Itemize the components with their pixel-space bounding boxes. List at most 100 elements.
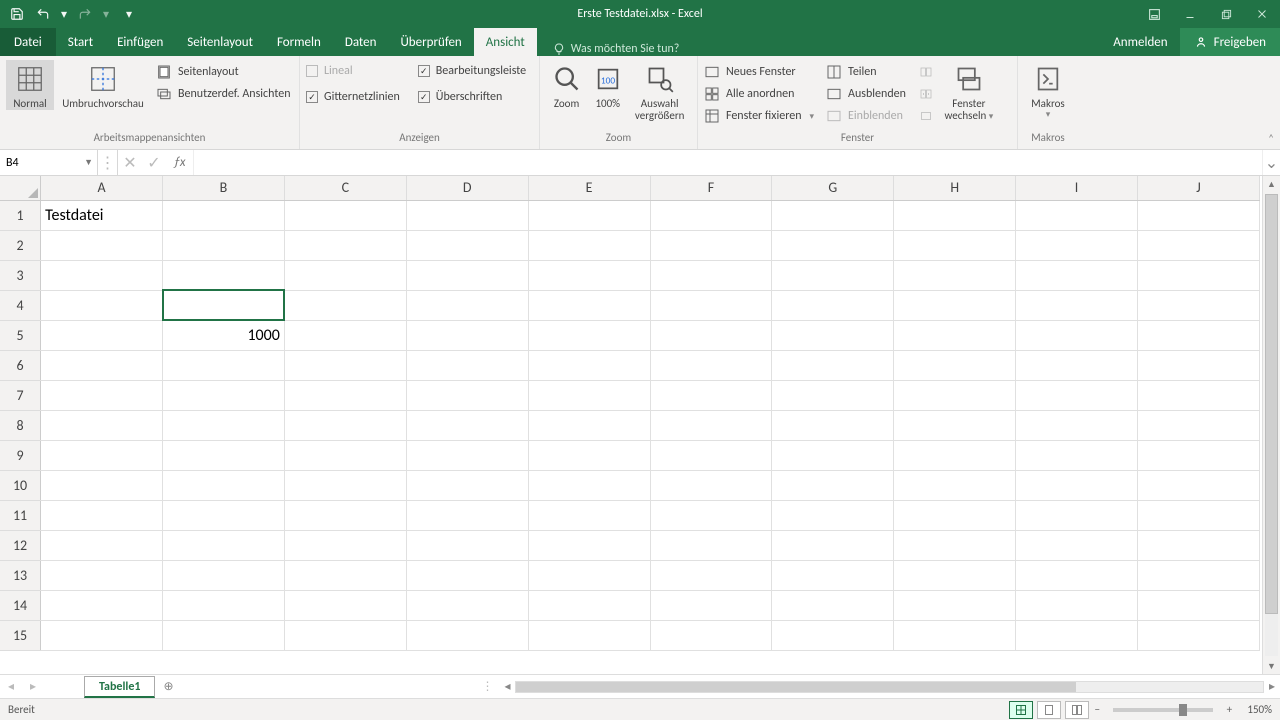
cell-A5[interactable] xyxy=(41,320,163,350)
cell-E9[interactable] xyxy=(528,440,650,470)
zoom-out-button[interactable]: − xyxy=(1089,703,1105,716)
row-header[interactable]: 8 xyxy=(0,410,41,440)
cell-C14[interactable] xyxy=(284,590,406,620)
zoom-level[interactable]: 150% xyxy=(1247,703,1272,716)
cell-I8[interactable] xyxy=(1016,410,1138,440)
cell-J2[interactable] xyxy=(1138,230,1260,260)
tab-formulas[interactable]: Formeln xyxy=(265,28,333,56)
cell-F1[interactable] xyxy=(650,200,772,230)
cell-G9[interactable] xyxy=(772,440,894,470)
cell-A3[interactable] xyxy=(41,260,163,290)
zoom-100-button[interactable]: 100 100% xyxy=(587,60,628,110)
column-header[interactable]: I xyxy=(1016,176,1138,200)
zoom-slider[interactable] xyxy=(1113,708,1213,712)
cell-A2[interactable] xyxy=(41,230,163,260)
cell-B4[interactable] xyxy=(163,290,285,320)
cell-F8[interactable] xyxy=(650,410,772,440)
tab-data[interactable]: Daten xyxy=(333,28,389,56)
cell-J11[interactable] xyxy=(1138,500,1260,530)
zoom-button[interactable]: Zoom xyxy=(546,60,587,110)
cell-A14[interactable] xyxy=(41,590,163,620)
cell-D6[interactable] xyxy=(406,350,528,380)
cell-D12[interactable] xyxy=(406,530,528,560)
cell-F7[interactable] xyxy=(650,380,772,410)
cell-J4[interactable] xyxy=(1138,290,1260,320)
cell-C7[interactable] xyxy=(284,380,406,410)
cell-J5[interactable] xyxy=(1138,320,1260,350)
checkbox-formula-bar[interactable]: ✓Bearbeitungsleiste xyxy=(418,64,526,78)
formula-input[interactable] xyxy=(194,150,1262,175)
cell-I12[interactable] xyxy=(1016,530,1138,560)
cell-I10[interactable] xyxy=(1016,470,1138,500)
cell-F4[interactable] xyxy=(650,290,772,320)
row-header[interactable]: 2 xyxy=(0,230,41,260)
cell-F5[interactable] xyxy=(650,320,772,350)
minimize-icon[interactable] xyxy=(1172,0,1208,28)
scroll-down-icon[interactable]: ▼ xyxy=(1263,658,1280,674)
share-button[interactable]: Freigeben xyxy=(1180,28,1280,56)
cell-C9[interactable] xyxy=(284,440,406,470)
scroll-right-icon[interactable]: ▸ xyxy=(1264,679,1280,694)
cell-D9[interactable] xyxy=(406,440,528,470)
scroll-up-icon[interactable]: ▲ xyxy=(1263,176,1280,192)
cell-F10[interactable] xyxy=(650,470,772,500)
tab-view[interactable]: Ansicht xyxy=(474,28,537,56)
cell-D11[interactable] xyxy=(406,500,528,530)
row-header[interactable]: 12 xyxy=(0,530,41,560)
cell-C3[interactable] xyxy=(284,260,406,290)
view-pagebreak-button[interactable]: Umbruchvorschau xyxy=(54,60,152,110)
cell-F15[interactable] xyxy=(650,620,772,650)
vertical-scrollbar[interactable]: ▲ ▼ xyxy=(1262,176,1280,674)
cell-G11[interactable] xyxy=(772,500,894,530)
zoom-slider-knob[interactable] xyxy=(1179,704,1187,716)
add-sheet-icon[interactable]: ⊕ xyxy=(155,675,181,698)
cell-J9[interactable] xyxy=(1138,440,1260,470)
cell-E7[interactable] xyxy=(528,380,650,410)
cell-G6[interactable] xyxy=(772,350,894,380)
cell-B1[interactable] xyxy=(163,200,285,230)
cell-E8[interactable] xyxy=(528,410,650,440)
cell-D3[interactable] xyxy=(406,260,528,290)
cell-G2[interactable] xyxy=(772,230,894,260)
cell-E12[interactable] xyxy=(528,530,650,560)
cell-H14[interactable] xyxy=(894,590,1016,620)
cell-B2[interactable] xyxy=(163,230,285,260)
cell-B12[interactable] xyxy=(163,530,285,560)
cell-B13[interactable] xyxy=(163,560,285,590)
row-header[interactable]: 13 xyxy=(0,560,41,590)
column-header[interactable]: F xyxy=(650,176,772,200)
cell-B8[interactable] xyxy=(163,410,285,440)
cell-D13[interactable] xyxy=(406,560,528,590)
cell-D1[interactable] xyxy=(406,200,528,230)
cell-C11[interactable] xyxy=(284,500,406,530)
checkbox-gridlines[interactable]: ✓Gitternetzlinien xyxy=(306,90,400,104)
cell-A8[interactable] xyxy=(41,410,163,440)
cell-H2[interactable] xyxy=(894,230,1016,260)
cell-B14[interactable] xyxy=(163,590,285,620)
cell-C13[interactable] xyxy=(284,560,406,590)
cell-H8[interactable] xyxy=(894,410,1016,440)
cell-H7[interactable] xyxy=(894,380,1016,410)
column-header[interactable]: D xyxy=(406,176,528,200)
cell-E5[interactable] xyxy=(528,320,650,350)
zoom-in-button[interactable]: + xyxy=(1221,703,1237,716)
collapse-ribbon-icon[interactable]: ˄ xyxy=(1268,132,1274,145)
cell-E15[interactable] xyxy=(528,620,650,650)
cell-J8[interactable] xyxy=(1138,410,1260,440)
cell-A1[interactable]: Testdatei xyxy=(41,200,163,230)
cell-H10[interactable] xyxy=(894,470,1016,500)
cell-B7[interactable] xyxy=(163,380,285,410)
cell-E4[interactable] xyxy=(528,290,650,320)
cell-H5[interactable] xyxy=(894,320,1016,350)
cell-I5[interactable] xyxy=(1016,320,1138,350)
cell-A10[interactable] xyxy=(41,470,163,500)
cell-F2[interactable] xyxy=(650,230,772,260)
name-box[interactable]: B4 ▼ xyxy=(0,150,98,175)
tab-insert[interactable]: Einfügen xyxy=(105,28,175,56)
ribbon-display-options-icon[interactable] xyxy=(1136,0,1172,28)
cell-D10[interactable] xyxy=(406,470,528,500)
row-header[interactable]: 7 xyxy=(0,380,41,410)
zoom-to-selection-button[interactable]: Auswahl vergrößern xyxy=(628,60,691,122)
cell-I13[interactable] xyxy=(1016,560,1138,590)
cell-I1[interactable] xyxy=(1016,200,1138,230)
